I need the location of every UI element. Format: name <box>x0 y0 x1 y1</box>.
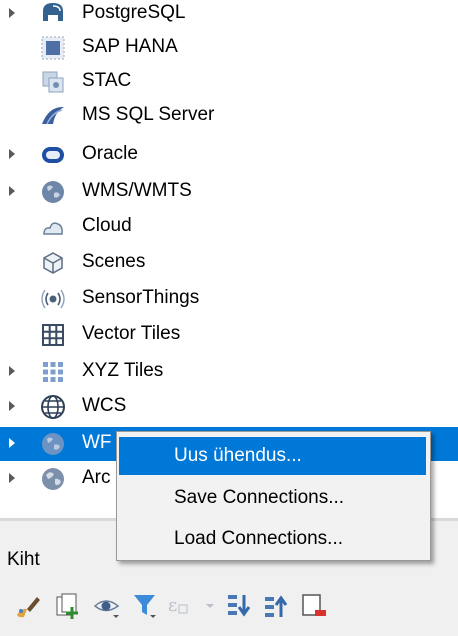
tree-item-label: Arc <box>82 467 111 488</box>
menu-item-label: Uus ühendus... <box>174 445 302 466</box>
tree-item-label: STAC <box>82 70 132 91</box>
expand-arrow-icon[interactable] <box>9 186 15 196</box>
expand-arrow-icon[interactable] <box>9 473 15 483</box>
tree-item-cloud[interactable]: Cloud <box>0 210 458 244</box>
remove-layer-icon[interactable] <box>299 591 329 621</box>
tree-item-label: MS SQL Server <box>82 104 215 125</box>
tree-item-stac[interactable]: STAC <box>0 65 458 99</box>
tree-item-label: WMS/WMTS <box>82 180 192 201</box>
tree-item-label: PostgreSQL <box>82 2 186 23</box>
filter-expression-icon[interactable]: ε <box>165 591 195 621</box>
tree-item-ms-sql-server[interactable]: MS SQL Server <box>0 99 458 133</box>
tree-item-label: XYZ Tiles <box>82 360 164 381</box>
tree-item-sap-hana[interactable]: SAP HANA <box>0 31 458 65</box>
sap-hana-icon <box>41 36 65 60</box>
expand-arrow-icon[interactable] <box>9 366 15 376</box>
tree-item-label: Vector Tiles <box>82 323 181 344</box>
arcgis-globe-icon <box>42 468 64 490</box>
tree-item-postgresql[interactable]: PostgreSQL <box>0 0 458 31</box>
tree-item-xyz-tiles[interactable]: XYZ Tiles <box>0 355 458 389</box>
tree-item-label: WCS <box>82 395 127 416</box>
add-group-icon[interactable] <box>53 591 83 621</box>
tree-item-label: Oracle <box>82 143 138 164</box>
expand-arrow-icon[interactable] <box>9 149 15 159</box>
collapse-all-icon[interactable] <box>262 591 292 621</box>
expand-all-icon[interactable] <box>225 591 255 621</box>
tree-item-label: WF <box>82 432 112 453</box>
wms-globe-icon <box>42 181 64 203</box>
mssql-server-icon <box>42 106 64 125</box>
tree-item-vector-tiles[interactable]: Vector Tiles <box>0 318 458 352</box>
sensorthings-icon <box>41 289 65 309</box>
tree-item-oracle[interactable]: Oracle <box>0 138 458 172</box>
xyz-tiles-icon <box>43 362 63 382</box>
panel-title: Kiht <box>7 549 40 570</box>
menu-item-load-connections[interactable]: Load Connections... <box>119 520 426 558</box>
stac-icon <box>42 71 64 93</box>
cloud-icon <box>43 222 63 235</box>
tree-item-wcs[interactable]: WCS <box>0 390 458 424</box>
expand-arrow-icon[interactable] <box>9 8 15 18</box>
wcs-globe-icon <box>41 395 65 419</box>
postgresql-elephant-icon <box>43 3 63 21</box>
tree-item-sensorthings[interactable]: SensorThings <box>0 282 458 316</box>
dropdown-arrow-icon[interactable] <box>198 591 228 621</box>
tree-item-label: Scenes <box>82 251 146 272</box>
style-brush-icon[interactable] <box>13 591 43 621</box>
tree-item-label: Cloud <box>82 215 132 236</box>
tree-item-label: SensorThings <box>82 287 200 308</box>
tree-item-scenes[interactable]: Scenes <box>0 246 458 280</box>
menu-item-save-connections[interactable]: Save Connections... <box>119 479 426 517</box>
vector-tiles-grid-icon <box>42 324 64 346</box>
tree-item-label: SAP HANA <box>82 36 178 57</box>
oracle-icon <box>42 147 64 163</box>
manage-visibility-eye-icon[interactable] <box>92 591 122 621</box>
menu-item-new-connection[interactable]: Uus ühendus... <box>119 437 426 475</box>
scenes-cube-icon <box>43 252 63 274</box>
expand-arrow-icon[interactable] <box>9 401 15 411</box>
menu-item-label: Load Connections... <box>174 528 344 549</box>
filter-legend-icon[interactable] <box>131 591 161 621</box>
tree-item-wms-wmts[interactable]: WMS/WMTS <box>0 175 458 209</box>
expand-arrow-icon[interactable] <box>9 438 15 448</box>
menu-item-label: Save Connections... <box>174 487 345 508</box>
svg-text:ε: ε <box>168 595 177 616</box>
wfs-globe-icon <box>42 433 64 455</box>
context-menu: Uus ühendus... Save Connections... Load … <box>116 431 431 561</box>
